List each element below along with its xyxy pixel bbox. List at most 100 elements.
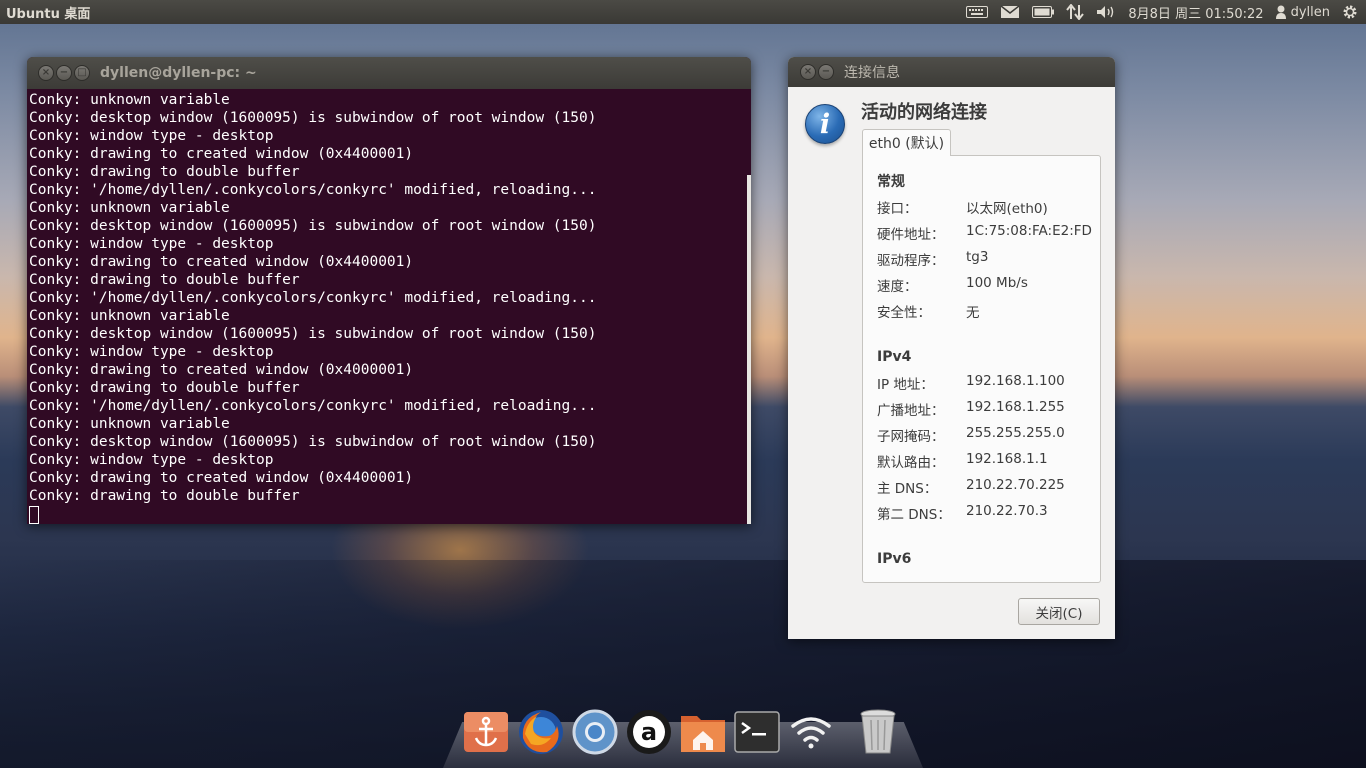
terminal-line: Conky: desktop window (1600095) is subwi… bbox=[29, 434, 597, 450]
volume-icon[interactable] bbox=[1090, 0, 1122, 24]
terminal-line: Conky: window type - desktop bbox=[29, 344, 274, 360]
user-icon bbox=[1275, 5, 1286, 19]
detail-row: 主 DNS： 210.22.70.225 bbox=[877, 477, 1097, 497]
detail-key: 驱动程序： bbox=[877, 253, 945, 269]
detail-value: 210.22.70.3 bbox=[966, 503, 1048, 519]
terminal-cursor bbox=[29, 505, 749, 524]
terminal-line: Conky: unknown variable bbox=[29, 308, 230, 324]
terminal-title: dyllen@dyllen-pc: ~ bbox=[100, 65, 257, 81]
close-button[interactable]: 关闭(C) bbox=[1018, 598, 1100, 625]
terminal-line: Conky: unknown variable bbox=[29, 92, 230, 108]
detail-key: 硬件地址： bbox=[877, 227, 945, 243]
terminal-line: Conky: '/home/dyllen/.conkycolors/conkyr… bbox=[29, 182, 597, 198]
detail-value: 以太网(eth0) bbox=[966, 201, 1048, 217]
close-icon[interactable]: × bbox=[38, 65, 54, 81]
detail-key: IP 地址： bbox=[877, 377, 934, 393]
indicator-area: 8月8日 周三 01:50:22 dyllen bbox=[960, 0, 1366, 24]
detail-row: 默认路由： 192.168.1.1 bbox=[877, 451, 1097, 471]
detail-row: IP 地址： 192.168.1.100 bbox=[877, 373, 1097, 393]
terminal-line: Conky: desktop window (1600095) is subwi… bbox=[29, 218, 597, 234]
terminal-line: Conky: drawing to double buffer bbox=[29, 380, 300, 396]
detail-row: 第二 DNS： 210.22.70.3 bbox=[877, 503, 1097, 523]
terminal-scrollbar[interactable] bbox=[747, 175, 751, 524]
detail-key: 安全性： bbox=[877, 305, 931, 321]
terminal-titlebar[interactable]: × − □ dyllen@dyllen-pc: ~ bbox=[27, 57, 751, 89]
terminal-line: Conky: desktop window (1600095) is subwi… bbox=[29, 326, 597, 342]
connection-details-panel: 常规 接口： 以太网(eth0) 硬件地址： 1C:75:08:FA:E2:FD 驱… bbox=[862, 155, 1101, 583]
detail-key: 广播地址： bbox=[877, 403, 945, 419]
keyboard-icon[interactable] bbox=[960, 0, 994, 24]
detail-value: 255.255.255.0 bbox=[966, 425, 1065, 441]
detail-row: 子网掩码： 255.255.255.0 bbox=[877, 425, 1097, 445]
terminal-line: Conky: drawing to created window (0x4000… bbox=[29, 362, 414, 378]
top-panel: Ubuntu 桌面 8月8日 周三 01:50:22 dyllen bbox=[0, 0, 1366, 24]
top-panel-title: Ubuntu 桌面 bbox=[6, 6, 91, 22]
section-ipv6-title: IPv6 bbox=[877, 551, 912, 567]
terminal-line: Conky: window type - desktop bbox=[29, 128, 274, 144]
anchor-icon[interactable] bbox=[461, 708, 511, 756]
detail-value: 100 Mb/s bbox=[966, 275, 1028, 291]
amazon-icon[interactable]: a bbox=[624, 708, 674, 756]
detail-value: 192.168.1.255 bbox=[966, 399, 1065, 415]
terminal-line: Conky: desktop window (1600095) is subwi… bbox=[29, 110, 597, 126]
trash-icon[interactable] bbox=[853, 708, 903, 756]
terminal-line: Conky: drawing to created window (0x4400… bbox=[29, 470, 414, 486]
svg-text:a: a bbox=[641, 718, 657, 746]
dialog-title: 连接信息 bbox=[844, 65, 900, 81]
terminal-line: Conky: '/home/dyllen/.conkycolors/conkyr… bbox=[29, 398, 597, 414]
detail-row: 速度： 100 Mb/s bbox=[877, 275, 1097, 295]
maximize-icon[interactable]: □ bbox=[74, 65, 90, 81]
terminal-line: Conky: drawing to double buffer bbox=[29, 272, 300, 288]
detail-row: 硬件地址： 1C:75:08:FA:E2:FD bbox=[877, 223, 1097, 243]
terminal-line: Conky: window type - desktop bbox=[29, 452, 274, 468]
terminal-output[interactable]: Conky: unknown variable Conky: desktop wi… bbox=[27, 89, 751, 524]
network-arrows-icon[interactable] bbox=[1060, 0, 1090, 24]
terminal-window[interactable]: × − □ dyllen@dyllen-pc: ~ Conky: unknown… bbox=[27, 57, 751, 524]
tab-eth0[interactable]: eth0 (默认) bbox=[862, 129, 951, 156]
detail-value: 无 bbox=[966, 305, 980, 321]
section-general-title: 常规 bbox=[877, 174, 905, 190]
terminal-line: Conky: unknown variable bbox=[29, 416, 230, 432]
terminal-line: Conky: drawing to double buffer bbox=[29, 164, 300, 180]
detail-key: 接口： bbox=[877, 201, 918, 217]
terminal-line: Conky: drawing to double buffer bbox=[29, 488, 300, 504]
mail-icon[interactable] bbox=[994, 0, 1026, 24]
info-icon: i bbox=[805, 104, 845, 144]
detail-row: 安全性： 无 bbox=[877, 301, 1097, 321]
home-folder-icon[interactable] bbox=[678, 708, 728, 756]
dialog-heading: 活动的网络连接 bbox=[861, 102, 987, 123]
detail-value: 192.168.1.100 bbox=[966, 373, 1065, 389]
detail-row: 接口： 以太网(eth0) bbox=[877, 197, 1097, 217]
terminal-line: Conky: unknown variable bbox=[29, 200, 230, 216]
terminal-line: Conky: '/home/dyllen/.conkycolors/conkyr… bbox=[29, 290, 597, 306]
chromium-icon[interactable] bbox=[570, 708, 620, 756]
wifi-icon[interactable] bbox=[786, 708, 836, 756]
firefox-icon[interactable] bbox=[516, 708, 566, 756]
clock[interactable]: 8月8日 周三 01:50:22 bbox=[1122, 0, 1269, 24]
detail-key: 速度： bbox=[877, 279, 918, 295]
terminal-line: Conky: drawing to created window (0x4400… bbox=[29, 146, 414, 162]
section-ipv4-title: IPv4 bbox=[877, 349, 912, 365]
terminal-line: Conky: drawing to created window (0x4400… bbox=[29, 254, 414, 270]
close-icon[interactable]: × bbox=[800, 64, 816, 80]
battery-icon[interactable] bbox=[1026, 0, 1060, 24]
user-menu[interactable]: dyllen bbox=[1270, 0, 1336, 24]
detail-key: 默认路由： bbox=[877, 455, 945, 471]
terminal-icon[interactable] bbox=[732, 708, 782, 756]
minimize-icon[interactable]: − bbox=[818, 64, 834, 80]
detail-value: 210.22.70.225 bbox=[966, 477, 1065, 493]
detail-value: 192.168.1.1 bbox=[966, 451, 1048, 467]
detail-row: 驱动程序： tg3 bbox=[877, 249, 1097, 269]
minimize-icon[interactable]: − bbox=[56, 65, 72, 81]
terminal-line: Conky: window type - desktop bbox=[29, 236, 274, 252]
connection-info-dialog[interactable]: × − 连接信息 i 活动的网络连接 eth0 (默认) 常规 接口： 以太网(e… bbox=[788, 57, 1115, 639]
detail-key: 第二 DNS： bbox=[877, 507, 951, 523]
detail-key: 主 DNS： bbox=[877, 481, 938, 497]
detail-row: 广播地址： 192.168.1.255 bbox=[877, 399, 1097, 419]
dialog-titlebar[interactable]: × − 连接信息 bbox=[788, 57, 1115, 87]
detail-key: 子网掩码： bbox=[877, 429, 945, 445]
user-name: dyllen bbox=[1290, 4, 1330, 20]
detail-value: 1C:75:08:FA:E2:FD bbox=[966, 223, 1092, 239]
gear-icon[interactable] bbox=[1336, 0, 1366, 24]
detail-value: tg3 bbox=[966, 249, 989, 265]
